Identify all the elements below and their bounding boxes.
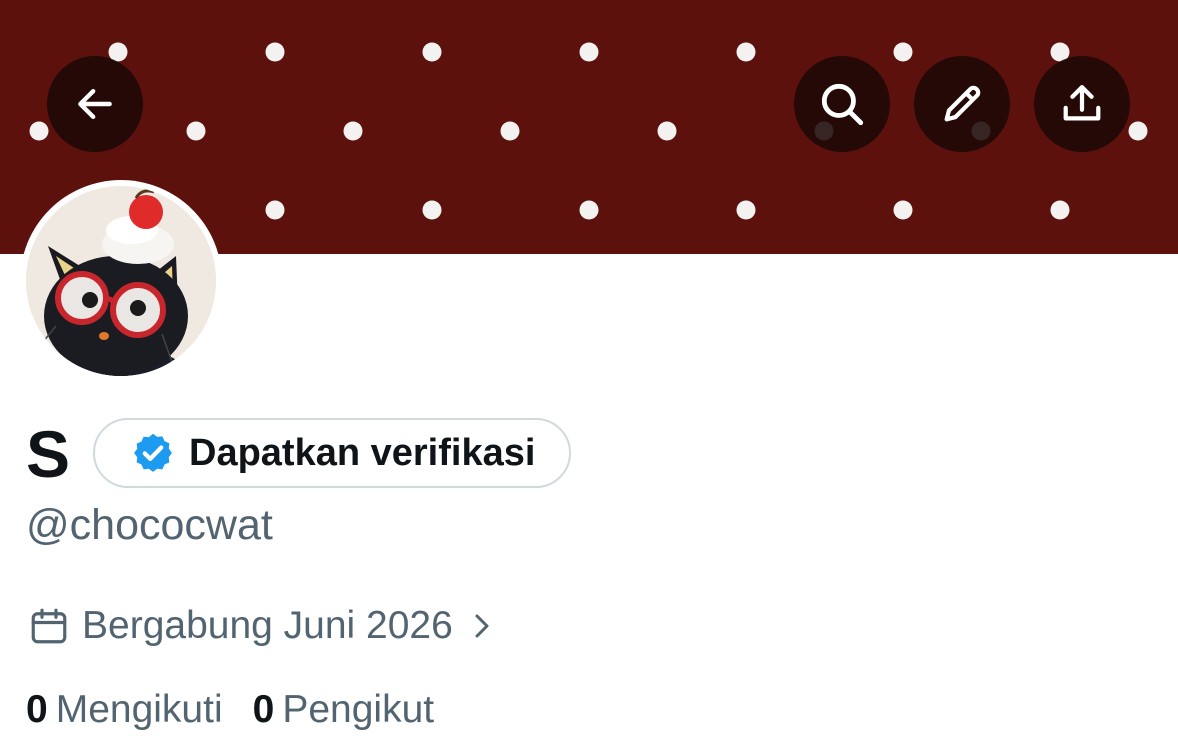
followers-label: Pengikut — [282, 688, 435, 731]
profile-page: S Dapatkan verifikasi @chococwat Bergabu… — [0, 0, 1178, 748]
share-upload-icon — [1063, 85, 1101, 121]
share-button[interactable] — [1034, 56, 1130, 152]
follow-stats: 0 Mengikuti 0 Pengikut — [26, 688, 434, 732]
search-icon — [821, 83, 864, 126]
followers-count: 0 — [252, 688, 275, 731]
following-label: Mengikuti — [55, 688, 223, 731]
get-verified-label: Dapatkan verifikasi — [189, 431, 536, 474]
search-button[interactable] — [794, 56, 890, 152]
pencil-icon — [944, 85, 981, 122]
profile-handle: @chococwat — [26, 501, 273, 549]
avatar-image — [26, 186, 216, 376]
black-cat-plush-image — [26, 186, 216, 376]
display-name: S — [26, 417, 71, 491]
joined-date-row[interactable]: Bergabung Juni 2026 — [28, 604, 497, 648]
get-verified-button[interactable]: Dapatkan verifikasi — [93, 418, 572, 488]
following-count: 0 — [26, 688, 48, 731]
chevron-right-icon — [475, 614, 489, 638]
edit-button[interactable] — [914, 56, 1010, 152]
followers-link[interactable]: 0 Pengikut — [253, 688, 434, 732]
back-button[interactable] — [47, 56, 143, 152]
calendar-icon — [31, 608, 67, 644]
following-link[interactable]: 0 Mengikuti — [26, 688, 223, 732]
arrow-left-icon — [78, 88, 112, 120]
joined-date-text: Bergabung Juni 2026 — [82, 604, 453, 647]
verified-badge-icon — [134, 433, 172, 472]
profile-avatar[interactable] — [20, 180, 222, 382]
